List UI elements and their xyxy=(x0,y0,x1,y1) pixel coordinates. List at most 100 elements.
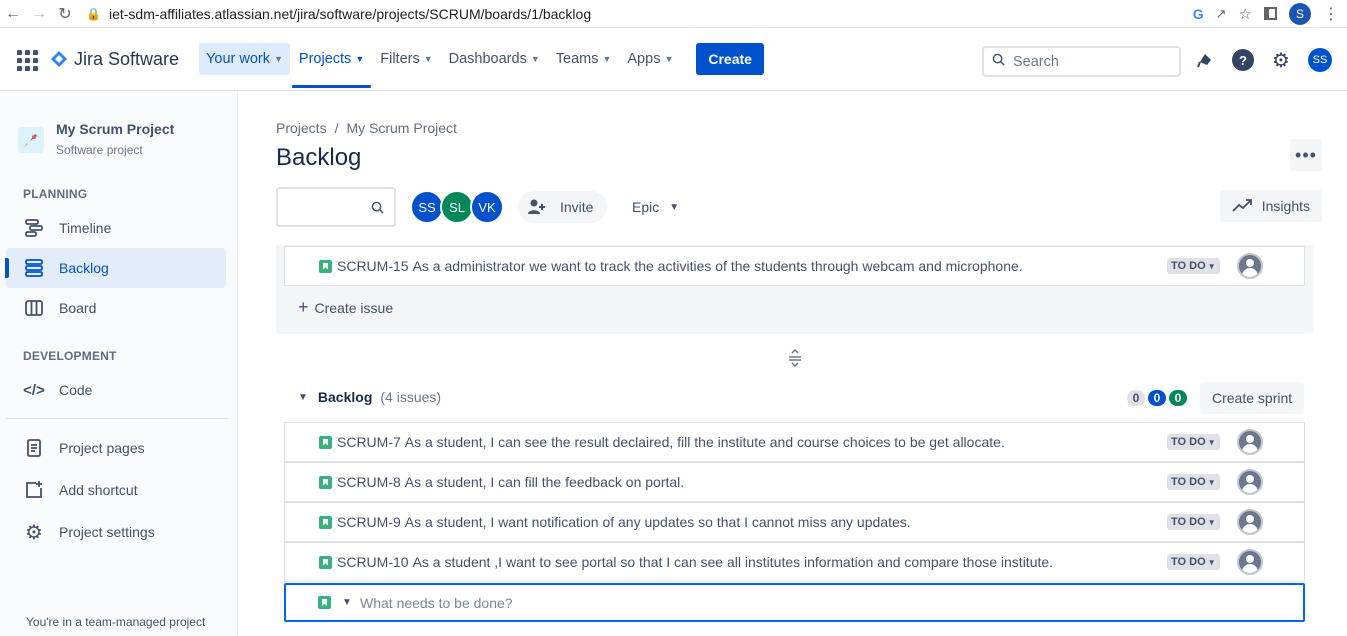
create-issue-label: Create issue xyxy=(314,299,394,316)
sidebar-item-backlog[interactable]: Backlog xyxy=(5,248,226,288)
in-progress-count-badge: 0 xyxy=(1148,390,1166,406)
nav-your-work[interactable]: Your work ▼ xyxy=(199,43,290,75)
sidebar-divider xyxy=(6,418,228,419)
insights-button[interactable]: Insights xyxy=(1219,190,1322,222)
issue-row[interactable]: SCRUM-7 As a student, I can see the resu… xyxy=(284,422,1305,462)
address-bar[interactable]: 🔒 iet-sdm-affiliates.atlassian.net/jira/… xyxy=(86,6,1193,22)
sidebar-item-timeline[interactable]: Timeline xyxy=(6,208,226,248)
page-title: Backlog xyxy=(276,144,362,171)
status-dropdown[interactable]: TO DO ▼ xyxy=(1167,434,1220,450)
issue-key[interactable]: SCRUM-7 xyxy=(337,434,401,450)
chevron-down-icon: ▼ xyxy=(530,54,540,64)
avatar[interactable]: SL xyxy=(440,190,474,224)
sidebar-item-label: Add shortcut xyxy=(59,482,138,498)
share-icon[interactable]: ↗ xyxy=(1216,6,1227,22)
create-issue-button[interactable]: + Create issue xyxy=(298,297,393,318)
settings-gear-icon[interactable]: ⚙ xyxy=(1270,49,1292,72)
bookmark-star-icon[interactable]: ☆ xyxy=(1239,5,1252,23)
plus-icon: + xyxy=(298,297,309,317)
issue-row[interactable]: SCRUM-8 As a student, I can fill the fee… xyxy=(284,462,1305,502)
story-icon xyxy=(319,475,332,489)
jira-logo[interactable]: Jira Software xyxy=(50,49,179,70)
status-label: TO DO xyxy=(1171,476,1206,488)
new-issue-input[interactable] xyxy=(360,594,960,611)
sidebar-item-label: Project pages xyxy=(59,440,145,456)
sidebar-item-label: Timeline xyxy=(59,220,112,236)
backlog-search-input[interactable] xyxy=(276,187,396,227)
issue-type-chevron-icon[interactable]: ▼ xyxy=(342,597,352,608)
story-icon xyxy=(319,515,332,529)
issue-key[interactable]: SCRUM-8 xyxy=(337,474,401,490)
chevron-down-icon: ▼ xyxy=(602,54,612,64)
issue-row[interactable]: SCRUM-9 As a student, I want notificatio… xyxy=(284,502,1305,542)
resize-handle-icon[interactable] xyxy=(788,348,802,370)
project-name: My Scrum Project xyxy=(56,121,175,137)
issue-key[interactable]: SCRUM-15 xyxy=(337,258,409,274)
chevron-down-icon: ▼ xyxy=(274,54,283,64)
unassigned-avatar-icon[interactable] xyxy=(1237,549,1263,575)
nav-teams-label: Teams xyxy=(555,51,599,67)
status-dropdown[interactable]: TO DO ▼ xyxy=(1167,258,1220,274)
epic-filter-dropdown[interactable]: Epic ▼ xyxy=(622,191,689,223)
create-sprint-button[interactable]: Create sprint xyxy=(1200,382,1305,414)
issue-row[interactable]: SCRUM-10 As a student ,I want to see por… xyxy=(284,542,1305,582)
status-dropdown[interactable]: TO DO ▼ xyxy=(1167,554,1220,570)
notifications-icon[interactable] xyxy=(1194,49,1216,71)
status-count-badges: 0 0 0 xyxy=(1127,390,1187,406)
issue-row[interactable]: SCRUM-15 As a administrator we want to t… xyxy=(284,246,1305,286)
status-dropdown[interactable]: TO DO ▼ xyxy=(1167,474,1220,490)
global-search-input[interactable]: Search xyxy=(982,46,1181,77)
forward-arrow-icon[interactable]: → xyxy=(26,1,52,27)
team-managed-note: You're in a team-managed project xyxy=(26,615,206,629)
sidebar-item-project-pages[interactable]: Project pages xyxy=(6,428,226,468)
unassigned-avatar-icon[interactable] xyxy=(1237,469,1263,495)
planning-section-label: PLANNING xyxy=(23,187,88,201)
unassigned-avatar-icon[interactable] xyxy=(1237,253,1263,279)
sidebar-item-project-settings[interactable]: ⚙ Project settings xyxy=(6,512,226,552)
more-actions-button[interactable]: ••• xyxy=(1290,139,1322,171)
sidebar-item-code[interactable]: </> Code xyxy=(6,370,226,410)
status-dropdown[interactable]: TO DO ▼ xyxy=(1167,514,1220,530)
issue-summary: As a student, I can see the result decla… xyxy=(404,434,1005,450)
browser-profile-avatar[interactable]: S xyxy=(1289,2,1311,25)
help-icon[interactable]: ? xyxy=(1232,49,1254,71)
nav-projects[interactable]: Projects ▼ xyxy=(291,43,372,88)
sidebar-item-label: Project settings xyxy=(59,524,155,540)
avatar[interactable]: SS xyxy=(410,190,444,224)
avatar[interactable]: VK xyxy=(470,190,504,224)
breadcrumb-projects[interactable]: Projects xyxy=(276,120,327,136)
browser-menu-icon[interactable]: ⋮ xyxy=(1323,4,1339,24)
breadcrumb-project[interactable]: My Scrum Project xyxy=(346,120,456,136)
invite-button[interactable]: Invite xyxy=(518,191,608,223)
url-text[interactable]: iet-sdm-affiliates.atlassian.net/jira/so… xyxy=(109,6,591,22)
back-arrow-icon[interactable]: ← xyxy=(0,1,26,27)
nav-dashboards[interactable]: Dashboards ▼ xyxy=(442,43,547,75)
chevron-down-icon: ▼ xyxy=(1207,437,1216,447)
sidebar-item-board[interactable]: Board xyxy=(6,288,226,328)
search-icon xyxy=(992,53,1005,70)
create-button[interactable]: Create xyxy=(696,43,764,75)
chevron-down-icon: ▼ xyxy=(664,54,674,64)
issue-key[interactable]: SCRUM-9 xyxy=(337,514,401,530)
main-content: Projects / My Scrum Project Backlog ••• SS… xyxy=(238,91,1347,636)
story-icon xyxy=(318,596,331,609)
project-sidebar: My Scrum Project Software project PLANNI… xyxy=(0,91,238,636)
unassigned-avatar-icon[interactable] xyxy=(1237,509,1263,535)
backlog-title: Backlog xyxy=(317,389,373,405)
user-avatar[interactable]: SS xyxy=(1308,48,1332,72)
nav-filters[interactable]: Filters ▼ xyxy=(373,43,439,75)
nav-apps[interactable]: Apps ▼ xyxy=(620,43,680,75)
new-issue-row: ▼ xyxy=(284,583,1305,622)
app-switcher-icon[interactable] xyxy=(14,47,38,71)
issue-summary: As a student ,I want to see portal so th… xyxy=(412,554,1054,570)
nav-teams[interactable]: Teams ▼ xyxy=(549,43,619,75)
unassigned-avatar-icon[interactable] xyxy=(1237,429,1263,455)
google-icon[interactable]: G xyxy=(1193,6,1204,22)
backlog-header[interactable]: ▼ Backlog (4 issues) xyxy=(298,389,441,405)
side-panel-icon[interactable] xyxy=(1264,7,1277,20)
chevron-down-icon[interactable]: ▼ xyxy=(298,392,308,403)
issue-key[interactable]: SCRUM-10 xyxy=(337,554,409,570)
project-header[interactable]: My Scrum Project Software project xyxy=(18,121,174,157)
sidebar-item-add-shortcut[interactable]: Add shortcut xyxy=(6,470,226,510)
reload-icon[interactable]: ↻ xyxy=(52,1,78,27)
